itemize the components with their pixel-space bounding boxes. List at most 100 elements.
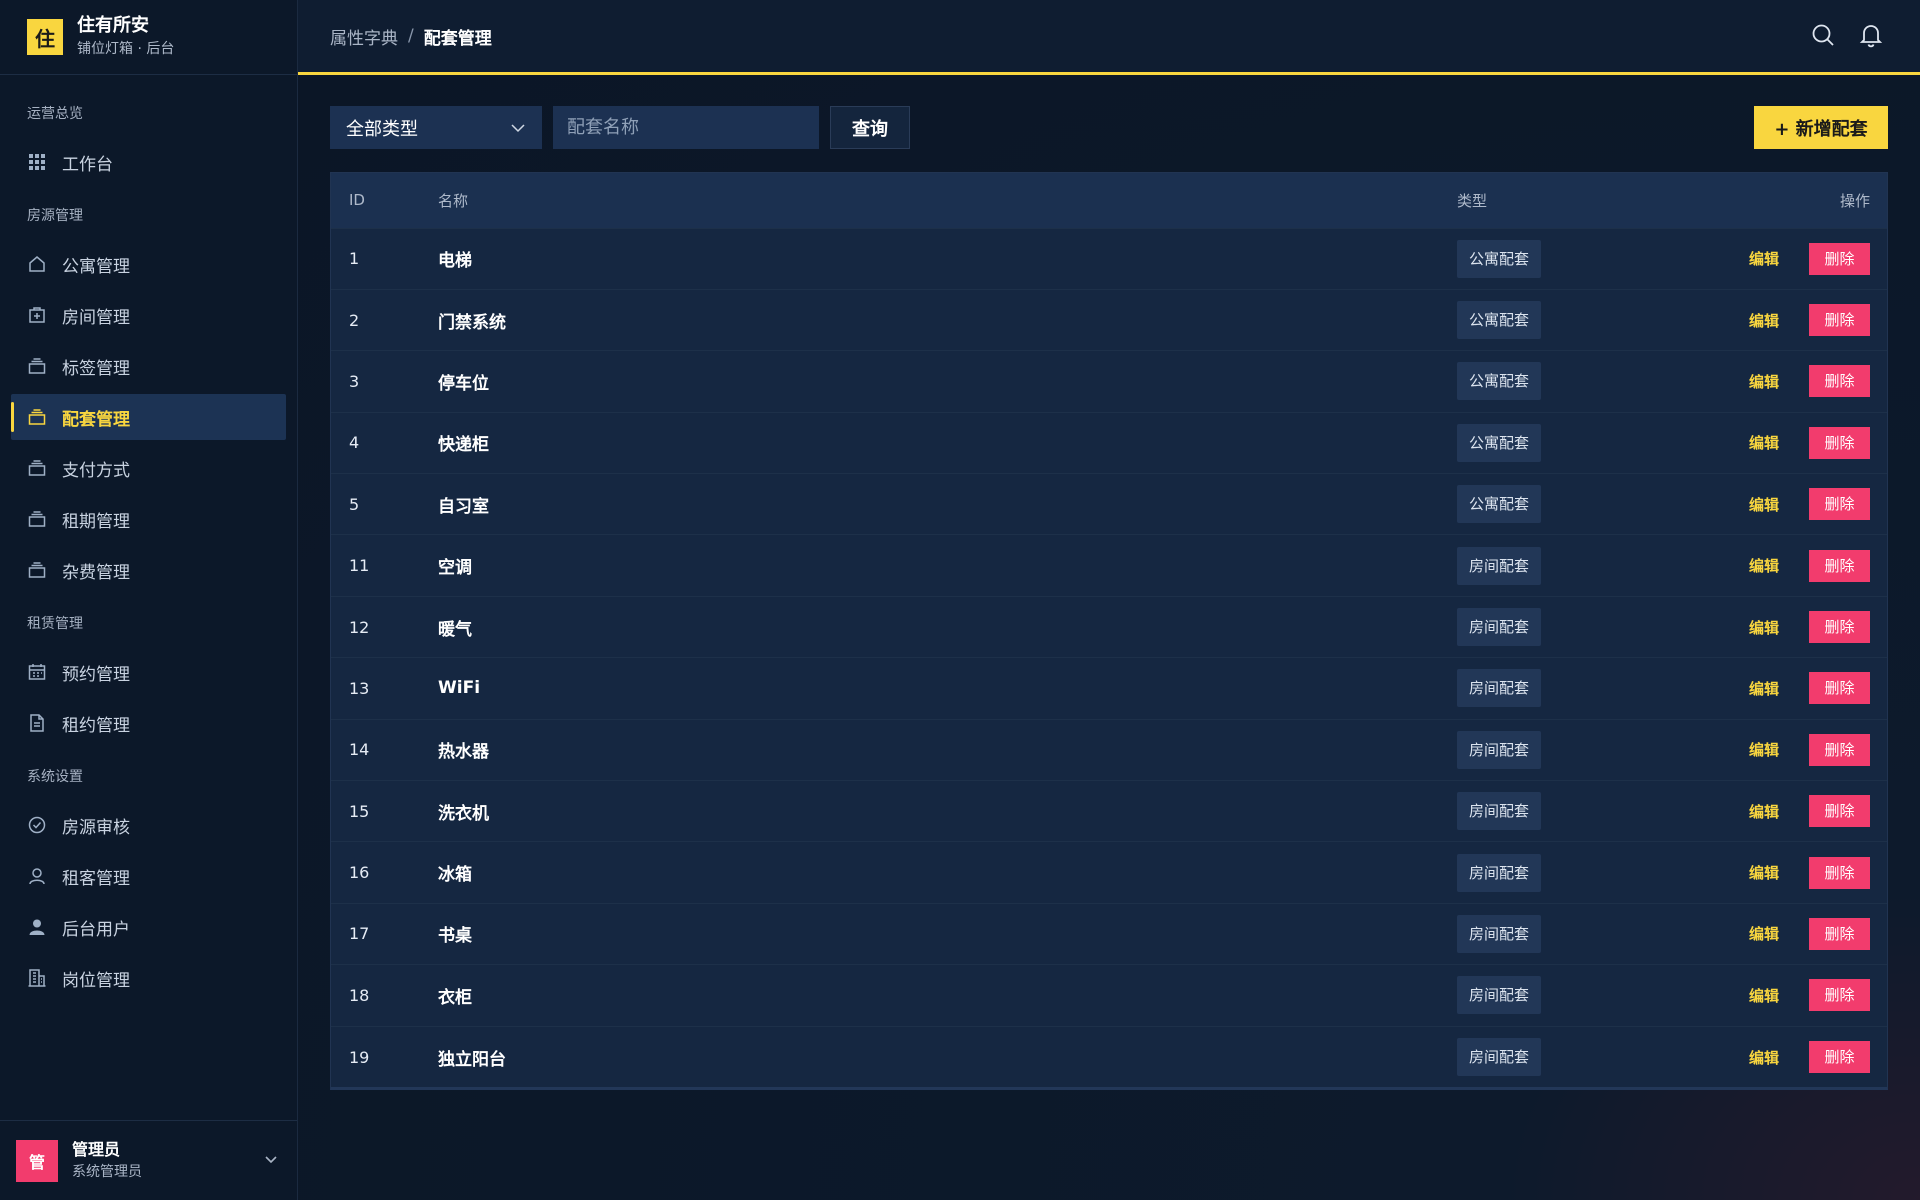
nav-group: 房源管理 公寓管理 房间管理 标签管理 配套管理 支付方式 租期管理 杂费管理	[0, 206, 297, 593]
delete-button[interactable]: 删除	[1809, 549, 1870, 582]
table-row: 4 快递柜 公寓配套 编辑 删除	[331, 412, 1887, 473]
cell-id: 5	[349, 494, 360, 514]
sidebar-item[interactable]: 房源审核	[11, 802, 286, 848]
cell-type: 公寓配套	[1457, 474, 1677, 535]
brand-logo: 住	[27, 19, 63, 55]
sidebar-item[interactable]: 预约管理	[11, 649, 286, 695]
type-tag: 房间配套	[1457, 914, 1542, 953]
breadcrumb-separator: /	[408, 26, 414, 46]
sidebar: 住 住有所安 铺位灯箱 · 后台 运营总览 工作台 房源管理 公寓管理 房间管理 标签管理…	[0, 0, 298, 1200]
table-row: 5 自习室 公寓配套 编辑 删除	[331, 473, 1887, 535]
type-select[interactable]: 全部类型	[330, 106, 542, 149]
cell-name: 空调	[438, 558, 472, 579]
facility-table: ID 名称 类型 操作 1 电梯 公寓配套 编辑 删除 2 门禁系统 公寓配套 编…	[330, 172, 1888, 1091]
cell-ops: 编辑 删除	[1677, 596, 1887, 657]
breadcrumb-parent[interactable]: 属性字典	[330, 24, 398, 49]
edit-button[interactable]: 编辑	[1749, 862, 1779, 883]
bell-icon[interactable]	[1858, 22, 1884, 52]
sidebar-item[interactable]: 工作台	[11, 139, 286, 185]
search-icon[interactable]	[1810, 22, 1836, 52]
edit-button[interactable]: 编辑	[1749, 739, 1779, 760]
delete-button[interactable]: 删除	[1809, 426, 1870, 459]
cell-type: 房间配套	[1457, 781, 1677, 842]
nav-group-title: 系统设置	[27, 769, 83, 785]
query-button[interactable]: 查询	[830, 106, 910, 149]
name-search-input[interactable]	[553, 106, 819, 149]
edit-button[interactable]: 编辑	[1749, 494, 1779, 515]
delete-button[interactable]: 删除	[1809, 979, 1870, 1012]
type-tag: 公寓配套	[1457, 423, 1542, 462]
sidebar-item[interactable]: 标签管理	[11, 343, 286, 389]
cell-name: WiFi	[438, 678, 481, 699]
cell-ops: 编辑 删除	[1677, 412, 1887, 473]
user-bar[interactable]: 管 管理员 系统管理员	[0, 1120, 297, 1200]
cell-name: 冰箱	[438, 865, 472, 886]
delete-button[interactable]: 删除	[1809, 304, 1870, 337]
nav-group-title: 运营总览	[27, 106, 83, 122]
cell-ops: 编辑 删除	[1677, 781, 1887, 842]
edit-button[interactable]: 编辑	[1749, 555, 1779, 576]
layers-icon	[27, 356, 47, 376]
edit-button[interactable]: 编辑	[1749, 248, 1779, 269]
sidebar-item[interactable]: 支付方式	[11, 445, 286, 491]
delete-button[interactable]: 删除	[1809, 365, 1870, 398]
edit-button[interactable]: 编辑	[1749, 801, 1779, 822]
sidebar-item[interactable]: 租期管理	[11, 496, 286, 542]
edit-button[interactable]: 编辑	[1749, 985, 1779, 1006]
cell-id: 13	[349, 678, 370, 698]
delete-button[interactable]: 删除	[1809, 672, 1870, 705]
edit-button[interactable]: 编辑	[1749, 678, 1779, 699]
cell-name: 停车位	[438, 373, 489, 394]
breadcrumb-current: 配套管理	[423, 28, 492, 49]
type-tag: 房间配套	[1457, 792, 1542, 831]
sidebar-item[interactable]: 公寓管理	[11, 241, 286, 287]
table-header-row: ID 名称 类型 操作	[331, 173, 1887, 228]
layers-icon	[27, 509, 47, 529]
edit-button[interactable]: 编辑	[1749, 923, 1779, 944]
table-body: 1 电梯 公寓配套 编辑 删除 2 门禁系统 公寓配套 编辑 删除 3 停车位 公寓…	[331, 228, 1887, 1087]
cell-ops: 编辑 删除	[1677, 535, 1887, 596]
sidebar-item[interactable]: 杂费管理	[11, 547, 286, 593]
header-id: ID	[349, 191, 365, 210]
edit-button[interactable]: 编辑	[1749, 432, 1779, 453]
door-icon	[27, 305, 47, 325]
sidebar-item[interactable]: 岗位管理	[11, 955, 286, 1001]
cell-id: 11	[349, 556, 370, 576]
main-content: 属性字典 / 配套管理 全部类型 查询 + 新增	[298, 0, 1920, 1200]
type-tag: 房间配套	[1457, 669, 1542, 708]
cell-id: 17	[349, 924, 370, 944]
sidebar-nav: 运营总览 工作台 房源管理 公寓管理 房间管理 标签管理 配套管理 支付方式 租期管理 杂费管理租…	[0, 75, 297, 1001]
sidebar-item[interactable]: 后台用户	[11, 904, 286, 950]
delete-button[interactable]: 删除	[1809, 1041, 1870, 1074]
cell-ops: 编辑 删除	[1677, 351, 1887, 412]
delete-button[interactable]: 删除	[1809, 795, 1870, 828]
delete-button[interactable]: 删除	[1809, 917, 1870, 950]
sidebar-item[interactable]: 租客管理	[11, 853, 286, 899]
sidebar-item-label: 支付方式	[62, 460, 130, 481]
delete-button[interactable]: 删除	[1809, 856, 1870, 889]
edit-button[interactable]: 编辑	[1749, 1047, 1779, 1068]
sidebar-item[interactable]: 房间管理	[11, 292, 286, 338]
brand[interactable]: 住 住有所安 铺位灯箱 · 后台	[0, 0, 297, 75]
cell-type: 房间配套	[1457, 596, 1677, 657]
cell-ops: 编辑 删除	[1677, 474, 1887, 535]
add-facility-button[interactable]: + 新增配套	[1754, 106, 1888, 149]
chevron-down-icon	[510, 120, 526, 141]
table-row: 16 冰箱 房间配套 编辑 删除	[331, 841, 1887, 903]
edit-button[interactable]: 编辑	[1749, 617, 1779, 638]
edit-button[interactable]: 编辑	[1749, 371, 1779, 392]
nav-group: 租赁管理 预约管理 租约管理	[0, 614, 297, 746]
cell-name: 自习室	[438, 496, 489, 517]
chevron-down-icon[interactable]	[263, 1151, 279, 1171]
edit-button[interactable]: 编辑	[1749, 310, 1779, 331]
delete-button[interactable]: 删除	[1809, 733, 1870, 766]
table-row: 15 洗衣机 房间配套 编辑 删除	[331, 780, 1887, 842]
sidebar-item[interactable]: 配套管理	[11, 394, 286, 440]
delete-button[interactable]: 删除	[1809, 611, 1870, 644]
sidebar-item[interactable]: 租约管理	[11, 700, 286, 746]
sidebar-item-label: 预约管理	[62, 664, 130, 685]
delete-button[interactable]: 删除	[1809, 488, 1870, 521]
type-tag: 公寓配套	[1457, 301, 1542, 340]
cell-ops: 编辑 删除	[1677, 842, 1887, 903]
delete-button[interactable]: 删除	[1809, 242, 1870, 275]
